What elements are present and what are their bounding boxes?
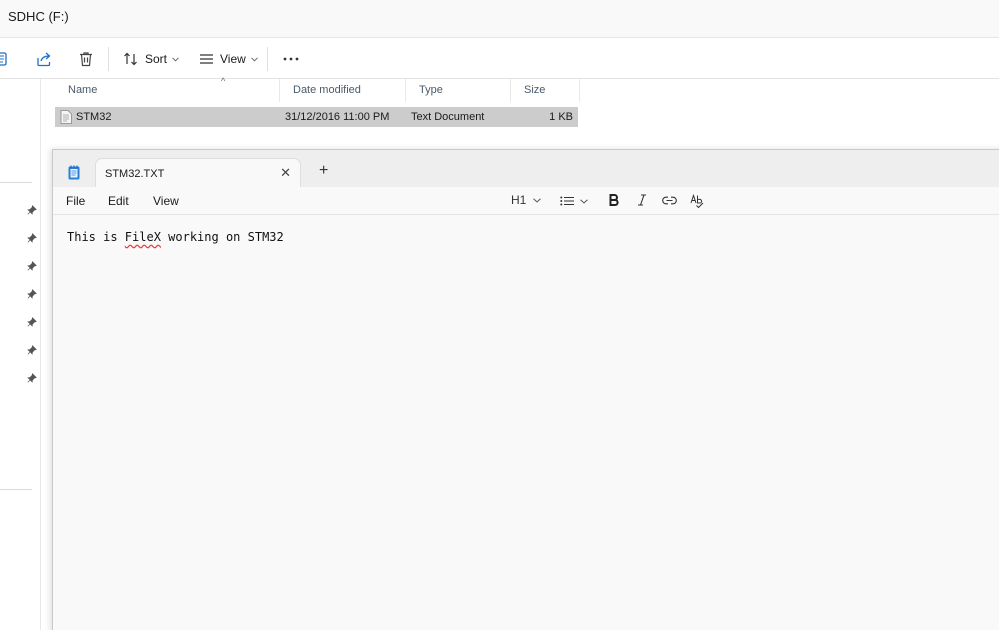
notepad-window: STM32.TXT ✕ + File Edit View H1 This is	[52, 149, 999, 630]
view-button[interactable]: View	[199, 46, 258, 72]
sort-icon	[124, 52, 137, 66]
text-editor[interactable]: This is FileX working on STM32	[53, 215, 999, 630]
bold-icon	[609, 194, 619, 206]
column-type[interactable]: Type	[406, 79, 511, 102]
nav-divider	[0, 182, 32, 183]
bold-button[interactable]	[609, 194, 619, 206]
tab-strip: STM32.TXT ✕ +	[53, 150, 999, 188]
window-title: SDHC (F:)	[8, 9, 69, 24]
italic-button[interactable]	[637, 194, 647, 206]
file-size: 1 KB	[549, 111, 573, 123]
text-file-icon	[60, 110, 72, 124]
menu-edit[interactable]: Edit	[108, 194, 129, 208]
copy-path-icon[interactable]	[0, 46, 10, 72]
column-header: ^ Name Date modified Type Size	[55, 76, 580, 102]
pin-icon[interactable]	[27, 261, 37, 271]
notepad-app-icon	[68, 165, 80, 180]
link-button[interactable]	[662, 196, 677, 205]
chevron-down-icon	[250, 56, 258, 62]
column-size[interactable]: Size	[511, 79, 580, 102]
italic-icon	[638, 194, 646, 206]
text-segment: working on STM32	[160, 230, 284, 244]
view-label: View	[220, 52, 246, 66]
sort-button[interactable]: Sort	[123, 46, 179, 72]
sort-label: Sort	[145, 52, 168, 66]
link-icon	[662, 196, 677, 205]
file-type: Text Document	[411, 111, 485, 123]
heading-dropdown[interactable]: H1	[511, 193, 542, 207]
pin-icon[interactable]	[27, 345, 37, 355]
more-icon	[283, 57, 299, 61]
chevron-down-icon	[172, 56, 179, 62]
pin-icon[interactable]	[27, 317, 37, 327]
new-tab-icon[interactable]: +	[319, 162, 328, 180]
spellcheck-icon	[690, 194, 704, 208]
list-dropdown[interactable]	[560, 196, 588, 206]
chevron-down-icon	[533, 197, 542, 203]
spellcheck-button[interactable]	[690, 194, 704, 208]
command-bar: Sort View	[0, 38, 999, 79]
more-options-button[interactable]	[283, 46, 299, 72]
pin-icon[interactable]	[27, 289, 37, 299]
file-name: STM32	[76, 111, 112, 123]
text-segment: This is	[67, 230, 125, 244]
toolbar-divider	[267, 47, 268, 71]
chevron-down-icon	[580, 198, 588, 204]
delete-icon[interactable]	[79, 46, 93, 72]
share-icon[interactable]	[36, 46, 53, 72]
menu-view[interactable]: View	[153, 194, 179, 208]
menu-file[interactable]: File	[66, 194, 85, 208]
close-tab-icon[interactable]: ✕	[280, 165, 291, 181]
heading-label: H1	[511, 193, 527, 207]
view-icon	[200, 54, 213, 64]
document-text: This is FileX working on STM32	[67, 230, 284, 244]
column-date-modified[interactable]: Date modified	[280, 79, 406, 102]
pin-icon[interactable]	[27, 205, 37, 215]
tab-stm32[interactable]: STM32.TXT ✕	[95, 158, 301, 188]
column-name[interactable]: Name	[55, 79, 280, 102]
tab-title: STM32.TXT	[105, 168, 165, 180]
file-date-modified: 31/12/2016 11:00 PM	[285, 111, 390, 123]
file-row[interactable]: STM32 31/12/2016 11:00 PM Text Document …	[55, 107, 578, 127]
bulleted-list-icon	[560, 196, 574, 206]
menu-bar: File Edit View H1	[53, 187, 999, 215]
toolbar-divider	[108, 47, 109, 71]
explorer-title-bar: SDHC (F:)	[0, 0, 999, 38]
pin-icon[interactable]	[27, 233, 37, 243]
nav-divider	[0, 489, 32, 490]
misspelled-word[interactable]: FileX	[125, 230, 161, 244]
pin-icon[interactable]	[27, 373, 37, 383]
navigation-pane	[0, 79, 41, 630]
